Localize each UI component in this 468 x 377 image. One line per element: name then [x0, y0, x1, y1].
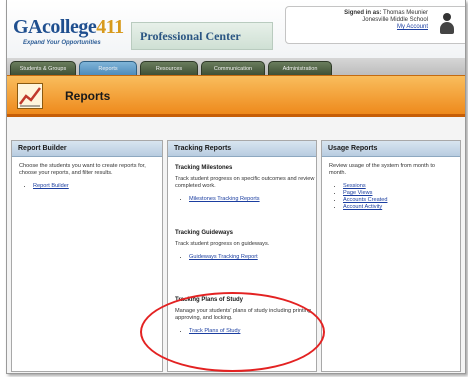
my-account-link-wrap: My Account — [397, 24, 428, 30]
page-title: Reports — [65, 89, 111, 103]
tagline: Expand Your Opportunities — [23, 40, 101, 46]
tracking-plans-of-study-section: Tracking Plans of Study Manage your stud… — [175, 297, 315, 335]
chart-icon — [17, 83, 43, 109]
section-description: Track student progress on guideways. — [175, 241, 270, 247]
main-nav-tabs: Students & Groups Reports Resources Comm… — [7, 58, 465, 76]
report-builder-link[interactable]: Report Builder — [33, 183, 69, 189]
panel-description: Review usage of the system from month to… — [329, 163, 436, 176]
section-description: Track student progress on specific outco… — [175, 176, 315, 189]
tab-administration[interactable]: Administration — [268, 61, 332, 75]
app-window: GAcollege411 Expand Your Opportunities P… — [6, 0, 466, 374]
page-views-link[interactable]: Page Views — [343, 190, 372, 196]
sessions-link[interactable]: Sessions — [343, 183, 366, 189]
signin-line: Signed in as: Thomas Meunier — [344, 10, 428, 16]
page-banner: Reports — [7, 75, 465, 117]
panel-title: Usage Reports — [322, 141, 460, 157]
tab-reports[interactable]: Reports — [79, 61, 137, 75]
gacollege411-logo[interactable]: GAcollege411 — [13, 16, 124, 39]
account-activity-link[interactable]: Account Activity — [343, 204, 382, 210]
section-description: Manage your students' plans of study inc… — [175, 308, 313, 321]
panel-title: Report Builder — [12, 141, 162, 157]
product-title: Professional Center — [131, 22, 273, 50]
my-account-link[interactable]: My Account — [397, 24, 428, 30]
panel-description: Choose the students you want to create r… — [19, 163, 146, 176]
user-avatar-icon — [440, 13, 454, 35]
section-heading: Tracking Plans of Study — [175, 297, 244, 303]
guideways-tracking-report-link[interactable]: Guideways Tracking Report — [189, 254, 258, 260]
report-builder-panel: Report Builder Choose the students you w… — [11, 140, 163, 372]
tracking-guideways-section: Tracking Guideways Track student progres… — [175, 230, 315, 261]
main-content: Report Builder Choose the students you w… — [7, 117, 465, 373]
tab-resources[interactable]: Resources — [140, 61, 198, 75]
tracking-reports-panel: Tracking Reports Tracking Milestones Tra… — [167, 140, 317, 372]
track-plans-of-study-link[interactable]: Track Plans of Study — [189, 328, 240, 334]
panel-title: Tracking Reports — [168, 141, 316, 157]
section-heading: Tracking Guideways — [175, 230, 234, 236]
accounts-created-link[interactable]: Accounts Created — [343, 197, 387, 203]
school-name: Jonesville Middle School — [362, 17, 428, 23]
signin-panel: Signed in as: Thomas Meunier Jonesville … — [285, 6, 465, 44]
tracking-milestones-section: Tracking Milestones Track student progre… — [175, 165, 315, 203]
tab-communication[interactable]: Communication — [201, 61, 265, 75]
milestones-tracking-reports-link[interactable]: Milestones Tracking Reports — [189, 196, 260, 202]
section-heading: Tracking Milestones — [175, 165, 233, 171]
header: GAcollege411 Expand Your Opportunities P… — [7, 0, 465, 58]
usage-reports-panel: Usage Reports Review usage of the system… — [321, 140, 461, 372]
tab-students-groups[interactable]: Students & Groups — [10, 61, 76, 75]
